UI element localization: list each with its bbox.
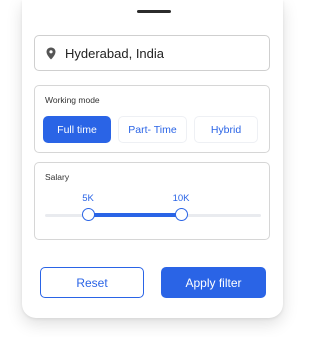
salary-card: Salary [34, 162, 270, 240]
salary-max-thumb[interactable] [174, 208, 188, 221]
location-value: Hyderabad, India [65, 45, 165, 61]
salary-min-thumb[interactable] [81, 208, 95, 221]
mode-full-time-button[interactable]: Full time [43, 116, 111, 143]
salary-slider-range [88, 213, 182, 217]
mode-part-time-button[interactable]: Part- Time [118, 116, 187, 143]
apply-filter-button[interactable]: Apply filter [161, 267, 266, 298]
working-mode-title: Working mode [45, 95, 100, 105]
salary-min-label: 5K [82, 193, 94, 204]
salary-max-label: 10K [172, 193, 190, 204]
drag-handle[interactable] [137, 10, 171, 13]
salary-title: Salary [45, 172, 70, 182]
map-pin-icon [46, 47, 56, 60]
location-field[interactable]: Hyderabad, India [34, 35, 270, 71]
mode-hybrid-button[interactable]: Hybrid [194, 116, 258, 143]
reset-button[interactable]: Reset [40, 267, 144, 298]
